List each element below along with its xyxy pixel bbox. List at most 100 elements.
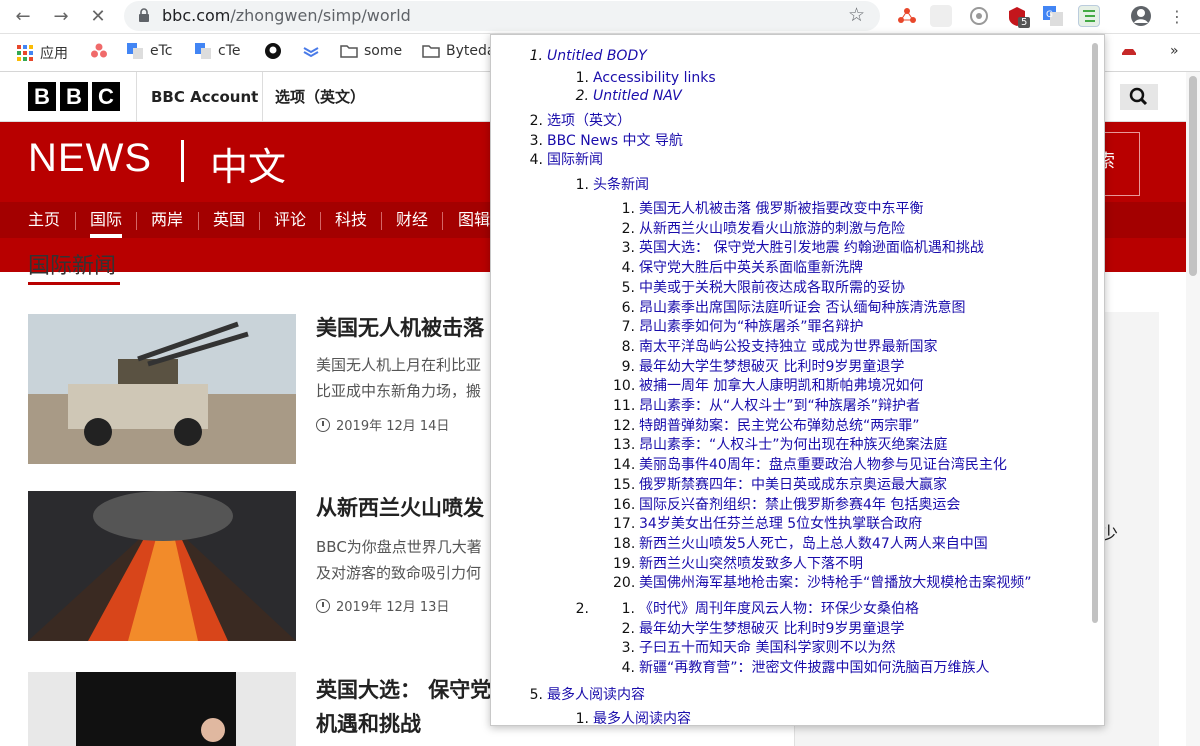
- outline-headline-item[interactable]: 2. 最年幼大学生梦想破灭 比利时9岁男童退学: [613, 620, 905, 638]
- extension-network-icon[interactable]: [896, 5, 918, 27]
- wordmark-divider: [181, 140, 184, 182]
- story-timestamp: 2019年 12月 14日: [316, 415, 449, 434]
- outline-headline-item[interactable]: 3. 子曰五十而知天命 美国科学家则不以为然: [613, 639, 896, 657]
- outline-item-most-read-child[interactable]: 1. 最多人阅读内容: [567, 710, 691, 725]
- story-headline[interactable]: 从新西兰火山喷发: [316, 494, 484, 522]
- bookmark-cte[interactable]: cTe: [194, 43, 240, 59]
- outline-headline-item[interactable]: 11. 昂山素季：从“人权斗士”到“种族屠杀”辩护者: [613, 397, 920, 415]
- extension-ublock-icon[interactable]: 5: [1006, 5, 1031, 28]
- outline-headline-item[interactable]: 1. 《时代》周刊年度风云人物：环保少女桑伯格: [613, 600, 919, 618]
- search-button[interactable]: [1120, 84, 1158, 110]
- outline-headline-item[interactable]: 3. 英国大选： 保守党大胜引发地震 约翰逊面临机遇和挑战: [613, 239, 984, 257]
- search-icon: [1129, 87, 1148, 106]
- nav-item-finance[interactable]: 财经: [396, 202, 428, 238]
- outline-item-options[interactable]: 2. 选项（英文）: [521, 112, 631, 130]
- outline-headline-item[interactable]: 14. 美丽岛事件40周年：盘点重要政治人物参与见证台湾民主化: [613, 456, 1007, 474]
- github-icon: [265, 43, 281, 59]
- asana-icon: [91, 43, 107, 58]
- extension-camera-icon[interactable]: [968, 5, 990, 27]
- page-scrollbar[interactable]: [1186, 72, 1200, 746]
- forward-icon[interactable]: →: [50, 6, 72, 28]
- address-bar[interactable]: bbc.com/zhongwen/simp/world: [124, 1, 880, 31]
- outline-item-most-read[interactable]: 5. 最多人阅读内容: [521, 686, 645, 704]
- outline-headline-item[interactable]: 2. 从新西兰火山喷发看火山旅游的刺激与危险: [613, 220, 905, 238]
- outline-headline-item[interactable]: 19. 新西兰火山突然喷发致多人下落不明: [613, 555, 863, 573]
- svg-text:G: G: [1046, 10, 1053, 20]
- story-headline[interactable]: 英国大选： 保守党: [316, 676, 491, 704]
- chinese-wordmark[interactable]: 中文: [210, 136, 286, 191]
- outline-item-accessibility[interactable]: 1. Accessibility links: [567, 69, 716, 87]
- bookmark-folder-some[interactable]: some: [340, 43, 402, 59]
- more-bookmarks-button[interactable]: »: [1170, 43, 1179, 59]
- bookmark-car[interactable]: [1120, 43, 1138, 59]
- extension-outline-icon[interactable]: [1078, 5, 1100, 27]
- story-headline-line2[interactable]: 机遇和挑战: [316, 710, 421, 738]
- story-headline[interactable]: 美国无人机被击落: [316, 314, 484, 342]
- popup-scrollbar[interactable]: [1092, 43, 1098, 623]
- bookmark-github[interactable]: [264, 43, 282, 59]
- extension-badge: 5: [1018, 17, 1031, 28]
- stop-loading-icon[interactable]: ✕: [87, 6, 109, 28]
- outline-headline-item[interactable]: 6. 昂山素季出席国际法庭听证会 否认缅甸种族清洗意图: [613, 299, 966, 317]
- bookmark-asana[interactable]: [90, 43, 108, 59]
- bbc-account-link[interactable]: BBC Account: [136, 72, 258, 122]
- browser-toolbar: ← → ✕ bbc.com/zhongwen/simp/world ☆ 5 G …: [0, 0, 1200, 34]
- news-wordmark[interactable]: NEWS: [28, 136, 152, 181]
- nav-item-cross-strait[interactable]: 两岸: [151, 202, 183, 238]
- page-scroll-thumb[interactable]: [1189, 76, 1197, 276]
- section-underline: [28, 282, 120, 285]
- outline-item-body[interactable]: 1. Untitled BODY: [521, 47, 647, 65]
- story-image-downing-street[interactable]: [28, 672, 296, 746]
- outline-headline-item[interactable]: 5. 中美或于关税大限前夜达成各取所需的妥协: [613, 279, 905, 297]
- bookmark-folder-byteda[interactable]: Byteda: [422, 43, 495, 59]
- outline-headline-item[interactable]: 18. 新西兰火山喷发5人死亡，岛上总人数47人两人来自中国: [613, 535, 988, 553]
- outline-headline-item[interactable]: 17. 34岁美女出任芬兰总理 5位女性执掌联合政府: [613, 515, 922, 533]
- outline-item-second-group[interactable]: 2.: [567, 600, 593, 618]
- google-translate-icon[interactable]: G: [1042, 5, 1064, 27]
- folder-icon: [422, 45, 440, 58]
- extension-grid-icon[interactable]: [930, 5, 952, 27]
- nav-item-opinion[interactable]: 评论: [274, 202, 306, 238]
- outline-headline-item[interactable]: 12. 特朗普弹劾案：民主党公布弹劾总统“两宗罪”: [613, 417, 920, 435]
- nav-divider: [442, 212, 443, 230]
- bookmark-layers[interactable]: [302, 43, 320, 59]
- outline-item-nav[interactable]: 2. Untitled NAV: [567, 87, 682, 105]
- nav-item-world[interactable]: 国际: [90, 202, 123, 238]
- nav-divider: [75, 212, 76, 230]
- nav-divider: [381, 212, 382, 230]
- outline-headline-item[interactable]: 8. 南太平洋岛屿公投支持独立 或成为世界最新国家: [613, 338, 938, 356]
- nav-item-gallery[interactable]: 图辑: [458, 202, 490, 238]
- nav-item-uk[interactable]: 英国: [213, 202, 245, 238]
- story-image-volcano[interactable]: [28, 491, 296, 641]
- story-summary-line: 及对游客的致命吸引力何: [316, 564, 482, 582]
- outline-headline-item[interactable]: 15. 俄罗斯禁赛四年：中美日英或成东京奥运最大赢家: [613, 476, 947, 494]
- outline-headline-item[interactable]: 9. 最年幼大学生梦想破灭 比利时9岁男童退学: [613, 358, 905, 376]
- outline-headline-item[interactable]: 4. 保守党大胜后中英关系面临重新洗牌: [613, 259, 863, 277]
- profile-avatar-icon[interactable]: [1130, 5, 1152, 27]
- url-text: bbc.com/zhongwen/simp/world: [162, 6, 411, 25]
- bookmark-etc[interactable]: eTc: [126, 43, 172, 59]
- outline-headline-item[interactable]: 10. 被捕一周年 加拿大人康明凯和斯帕弗境况如何: [613, 377, 923, 395]
- back-icon[interactable]: ←: [12, 6, 34, 28]
- chrome-menu-icon[interactable]: ⋮: [1166, 6, 1188, 28]
- outline-headline-item[interactable]: 20. 美国佛州海军基地枪击案：沙特枪手“曾播放大规模枪击案视频”: [613, 574, 1032, 592]
- bookmark-apps[interactable]: 应用: [16, 43, 68, 63]
- outline-headline-item[interactable]: 1. 美国无人机被击落 俄罗斯被指要改变中东平衡: [613, 200, 924, 218]
- outline-item-bbc-nav[interactable]: 3. BBC News 中文 导航: [521, 132, 683, 150]
- nav-divider: [320, 212, 321, 230]
- outline-item-headlines[interactable]: 1. 头条新闻: [567, 176, 649, 194]
- folder-icon: [340, 45, 358, 58]
- outline-item-world-news[interactable]: 4. 国际新闻: [521, 151, 603, 169]
- story-timestamp: 2019年 12月 13日: [316, 596, 449, 615]
- nav-item-tech[interactable]: 科技: [335, 202, 367, 238]
- clock-icon: [316, 598, 330, 613]
- bookmark-star-icon[interactable]: ☆: [848, 4, 865, 26]
- outline-headline-item[interactable]: 7. 昂山素季如何为“种族屠杀”罪名辩护: [613, 318, 864, 336]
- outline-headline-item[interactable]: 4. 新疆“再教育营”：泄密文件披露中国如何洗脑百万维族人: [613, 659, 990, 677]
- story-image-vehicle[interactable]: [28, 314, 296, 464]
- bbc-logo[interactable]: B B C: [28, 82, 120, 111]
- options-english-link[interactable]: 选项（英文）: [262, 72, 365, 122]
- nav-item-home[interactable]: 主页: [28, 202, 60, 238]
- outline-headline-item[interactable]: 16. 国际反兴奋剂组织：禁止俄罗斯参赛4年 包括奥运会: [613, 496, 960, 514]
- outline-headline-item[interactable]: 13. 昂山素季：“人权斗士”为何出现在种族灭绝案法庭: [613, 436, 948, 454]
